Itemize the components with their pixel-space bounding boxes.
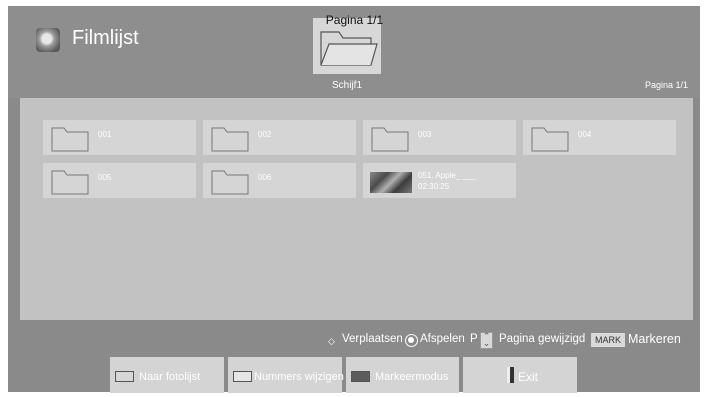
movie-list-screen: Filmlijst Schijf1 Pagina 1/1 001 002 003… — [8, 6, 700, 393]
photo-list-label: Naar fotolijst — [139, 371, 201, 383]
movie-list-icon — [36, 28, 60, 52]
help-move-label: Verplaatsen — [342, 333, 403, 345]
folder-icon — [211, 170, 249, 195]
file-grid: 001 002 003 004 005 006 051. Apple_ ___ … — [20, 98, 693, 320]
folder-label: 001 — [98, 130, 112, 139]
mark-mode-button[interactable]: Markeermodus — [346, 357, 459, 393]
ok-button-icon — [405, 334, 418, 347]
help-mark-label: Markeren — [628, 332, 681, 346]
video-duration: 02:30:25 — [418, 182, 450, 191]
change-numbers-label: Nummers wijzigen — [254, 371, 344, 383]
folder-tile[interactable]: 004 — [523, 120, 676, 155]
help-p-key: P — [470, 333, 478, 345]
exit-icon — [507, 367, 514, 383]
folder-tile[interactable]: 005 — [43, 163, 196, 198]
mark-key-icon: MARK — [591, 333, 625, 347]
navigate-arrows-icon: ◇ — [328, 336, 335, 346]
folder-label: 005 — [98, 173, 112, 182]
help-play-label: Afspelen — [420, 333, 465, 345]
folder-label: 002 — [258, 130, 272, 139]
header-page-indicator: Pagina 1/1 — [644, 80, 688, 90]
page-updown-icon: ⌃ ⌄ — [480, 332, 493, 349]
video-tile[interactable]: 051. Apple_ ___ 02:30:25 — [363, 163, 516, 198]
exit-button[interactable]: Exit — [463, 357, 577, 393]
exit-label: Exit — [518, 370, 539, 384]
folder-icon — [531, 127, 569, 152]
folder-tile[interactable]: 001 — [43, 120, 196, 155]
change-numbers-button[interactable]: Nummers wijzigen — [228, 357, 344, 393]
folder-icon — [51, 127, 89, 152]
folder-label: 004 — [578, 130, 592, 139]
folder-icon — [211, 127, 249, 152]
page-title: Filmlijst — [72, 27, 139, 49]
folder-icon — [51, 170, 89, 195]
folder-tile[interactable]: 002 — [203, 120, 356, 155]
mark-mode-label: Markeermodus — [375, 371, 449, 383]
yellow-key-icon — [351, 371, 370, 382]
folder-icon — [371, 127, 409, 152]
green-key-icon — [233, 371, 252, 382]
photo-list-button[interactable]: Naar fotolijst — [110, 357, 224, 393]
red-key-icon — [115, 371, 134, 382]
folder-label: 006 — [258, 173, 272, 182]
video-title: 051. Apple_ ___ — [418, 171, 476, 180]
folder-tile[interactable]: 006 — [203, 163, 356, 198]
folder-tile[interactable]: 003 — [363, 120, 516, 155]
top-page-indicator: Pagina 1/1 — [325, 13, 384, 27]
help-page-changed-label: Pagina gewijzigd — [499, 333, 586, 345]
video-thumbnail — [370, 172, 412, 193]
help-bar: ◇ Verplaatsen Afspelen P ⌃ ⌄ Pagina gewij… — [8, 330, 700, 350]
folder-label: 003 — [418, 130, 432, 139]
drive-label: Schijf1 — [331, 80, 362, 91]
